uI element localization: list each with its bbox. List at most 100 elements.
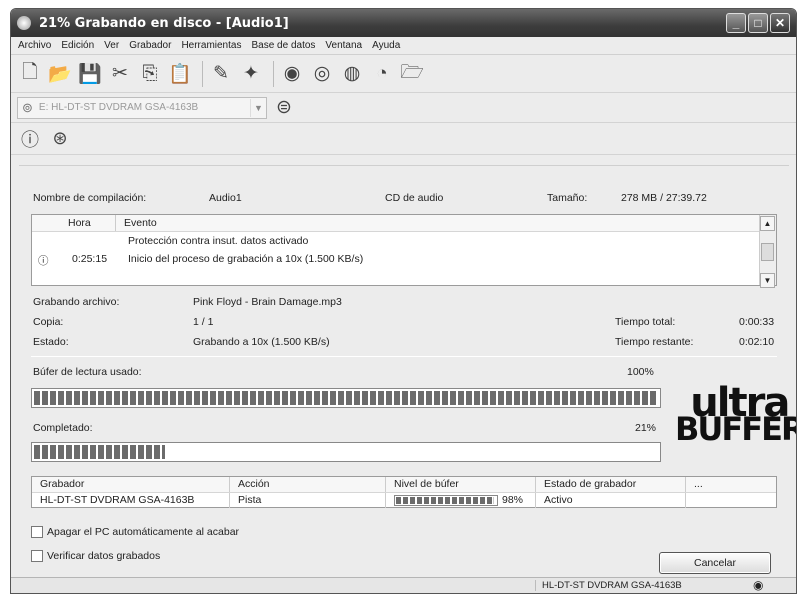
drive-icon: ⊚ <box>22 99 33 115</box>
col-accion[interactable]: Acción <box>230 477 386 492</box>
divider <box>31 356 777 357</box>
info-icon[interactable]: ⓘ <box>17 126 43 152</box>
col-estado-grabador[interactable]: Estado de grabador <box>536 477 686 492</box>
read-buffer-percent: 100% <box>627 366 654 378</box>
copy-label: Copia: <box>33 316 64 328</box>
total-time-label: Tiempo total: <box>615 316 676 328</box>
drive-info-icon[interactable]: ⊜ <box>271 95 297 121</box>
recorder-buffer-bar <box>394 494 498 506</box>
copy-icon[interactable]: ⎘ <box>137 61 163 87</box>
total-time-value: 0:00:33 <box>739 316 775 328</box>
col-evento[interactable]: Evento <box>116 215 776 231</box>
recorder-name: HL-DT-ST DVDRAM GSA-4163B <box>32 493 230 508</box>
compilation-name-label: Nombre de compilación: <box>33 192 147 204</box>
open-image-icon[interactable]: 🗁 <box>399 61 425 87</box>
new-document-icon[interactable]: 🗋 <box>17 61 43 87</box>
open-folder-icon[interactable]: 📂 <box>47 61 73 87</box>
burn-progress-panel: Nombre de compilación: Audio1 CD de audi… <box>19 165 796 579</box>
burn-disc-icon[interactable]: ◉ <box>279 61 305 87</box>
logo-line-2: BUFFER <box>675 410 797 448</box>
log-entry-text: Inicio del proceso de grabación a 10x (1… <box>128 253 364 265</box>
paste-icon[interactable]: 📋 <box>167 61 193 87</box>
disc-icon[interactable]: ◎ <box>309 61 335 87</box>
size-label: Tamaño: <box>547 192 588 204</box>
remaining-time-value: 0:02:10 <box>739 336 775 348</box>
toolbar-separator <box>202 60 203 87</box>
read-buffer-fill <box>34 391 658 405</box>
pin-icon[interactable]: ✦ <box>238 61 264 87</box>
event-log-header: Hora Evento <box>32 215 776 232</box>
recorder-buffer: 98% <box>386 493 536 508</box>
log-entry-time: 0:25:15 <box>72 253 108 265</box>
erase-disc-icon[interactable]: ◔ <box>369 61 395 87</box>
recording-file-value: Pink Floyd - Brain Damage.mp3 <box>193 296 342 308</box>
scroll-up-icon[interactable]: ▲ <box>760 216 775 231</box>
col-grabador[interactable]: Grabador <box>32 477 230 492</box>
main-toolbar: 🗋 📂 💾 ✂ ⎘ 📋 ✎ ✦ ◉ ◎ ◍ ◔ 🗁 <box>11 55 796 93</box>
title-bar[interactable]: 21% Grabando en disco - [Audio1] _ □ ✕ <box>11 9 796 37</box>
read-buffer-bar <box>31 388 661 408</box>
menu-base-de-datos[interactable]: Base de datos <box>246 40 320 51</box>
col-nivel-bufer[interactable]: Nivel de búfer <box>386 477 536 492</box>
menu-herramientas[interactable]: Herramientas <box>176 40 246 51</box>
state-label: Estado: <box>33 336 69 348</box>
menu-archivo[interactable]: Archivo <box>13 40 56 51</box>
drive-select[interactable]: ⊚ E: HL-DT-ST DVDRAM GSA-4163B ▼ <box>17 96 267 119</box>
compilation-type: CD de audio <box>385 192 444 204</box>
drive-select-value: E: HL-DT-ST DVDRAM GSA-4163B <box>38 102 199 113</box>
checkbox-box[interactable] <box>31 526 43 538</box>
help-toolbar: ⓘ ⊛ <box>11 123 796 155</box>
maximize-button[interactable]: □ <box>748 13 768 33</box>
recorder-table-header: Grabador Acción Nivel de búfer Estado de… <box>32 477 776 493</box>
verify-checkbox-label: Verificar datos grabados <box>47 550 161 562</box>
completed-label: Completado: <box>33 422 93 434</box>
scroll-down-icon[interactable]: ▼ <box>760 273 775 288</box>
log-scrollbar[interactable]: ▲ ▼ <box>759 215 776 288</box>
app-window: 21% Grabando en disco - [Audio1] _ □ ✕ A… <box>10 8 797 594</box>
menu-grabador[interactable]: Grabador <box>124 40 176 51</box>
close-button[interactable]: ✕ <box>770 13 790 33</box>
remaining-time-label: Tiempo restante: <box>615 336 694 348</box>
menu-edicion[interactable]: Edición <box>56 40 99 51</box>
copy-value: 1 / 1 <box>193 316 214 328</box>
verify-checkbox[interactable]: Verificar datos grabados <box>31 550 160 562</box>
save-icon[interactable]: 💾 <box>77 61 103 87</box>
shutdown-checkbox-label: Apagar el PC automáticamente al acabar <box>47 526 240 538</box>
app-icon <box>17 16 31 30</box>
edit-icon[interactable]: ✎ <box>208 61 234 87</box>
status-bar: HL-DT-ST DVDRAM GSA-4163B ◉ <box>11 577 796 593</box>
recorder-table[interactable]: Grabador Acción Nivel de búfer Estado de… <box>31 476 777 508</box>
completed-percent: 21% <box>635 422 657 434</box>
completed-progress-bar <box>31 442 661 462</box>
disc-status-icon: ◉ <box>753 578 764 592</box>
disc-edit-icon[interactable]: ◍ <box>339 61 365 87</box>
compilation-name-value: Audio1 <box>209 192 242 204</box>
menu-ayuda[interactable]: Ayuda <box>367 40 405 51</box>
read-buffer-label: Búfer de lectura usado: <box>33 366 142 378</box>
recorder-buffer-percent: 98% <box>502 494 524 506</box>
event-log[interactable]: Hora Evento Protección contra insut. dat… <box>31 214 777 288</box>
cut-icon[interactable]: ✂ <box>107 61 133 87</box>
table-row[interactable]: HL-DT-ST DVDRAM GSA-4163B Pista 98% Acti… <box>32 493 776 508</box>
info-icon: ⓘ <box>38 255 49 267</box>
recording-file-label: Grabando archivo: <box>33 296 120 308</box>
recorder-action: Pista <box>230 493 386 508</box>
minimize-button[interactable]: _ <box>726 13 746 33</box>
menu-bar: Archivo Edición Ver Grabador Herramienta… <box>11 37 796 55</box>
state-value: Grabando a 10x (1.500 KB/s) <box>193 336 330 348</box>
checkbox-box[interactable] <box>31 550 43 562</box>
recorder-state: Activo <box>536 493 686 508</box>
menu-ventana[interactable]: Ventana <box>320 40 367 51</box>
cancel-button[interactable]: Cancelar <box>659 552 771 574</box>
menu-ver[interactable]: Ver <box>99 40 124 51</box>
col-more[interactable]: ... <box>686 477 776 492</box>
chevron-down-icon[interactable]: ▼ <box>250 98 266 117</box>
drive-toolbar: ⊚ E: HL-DT-ST DVDRAM GSA-4163B ▼ ⊜ <box>11 93 796 123</box>
toolbar-separator <box>273 60 274 87</box>
recorder-buffer-fill <box>396 496 494 504</box>
help-icon[interactable]: ⊛ <box>47 126 73 152</box>
scroll-thumb[interactable] <box>761 243 774 261</box>
log-entry-text: Protección contra insut. datos activado <box>128 235 309 247</box>
shutdown-checkbox[interactable]: Apagar el PC automáticamente al acabar <box>31 526 239 538</box>
col-hora[interactable]: Hora <box>60 215 116 231</box>
